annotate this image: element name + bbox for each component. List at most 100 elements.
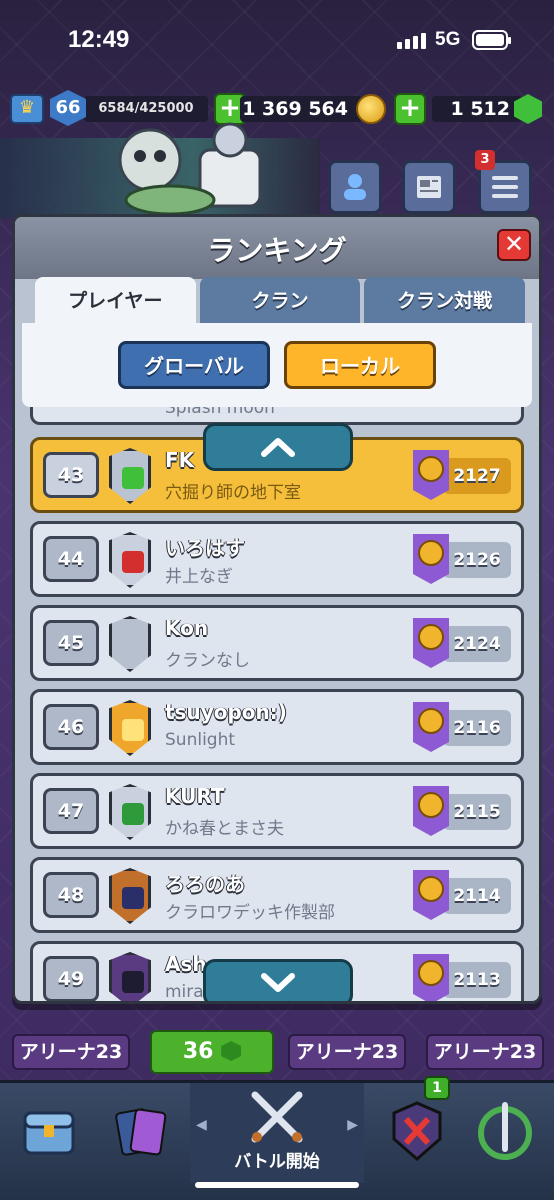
scroll-up-button[interactable] [203,423,353,471]
player-name[interactable]: Ash [165,952,207,976]
clan-notification-badge: 1 [424,1076,450,1100]
crown-icon[interactable]: ♛ [10,94,44,124]
arena-label-right: アリーナ23 [288,1034,406,1070]
news-button[interactable] [402,160,456,214]
crossed-swords-icon [251,1091,303,1143]
trophy-icon [413,786,449,836]
trophy-count: 2126 [443,542,511,578]
clan-badge-icon [109,616,151,672]
player-name[interactable]: FK [165,448,194,472]
arena-label-left: アリーナ23 [12,1034,130,1070]
rank-number: 47 [43,788,99,834]
filter-panel: グローバル ローカル [22,323,532,407]
rank-number: 46 [43,704,99,750]
arena-strip: アリーナ23 36 アリーナ23 アリーナ23 [0,1030,554,1074]
banner-character-art [118,122,262,216]
tab-players[interactable]: プレイヤー [35,277,196,327]
trophy-icon [413,954,449,1001]
friends-button[interactable] [328,160,382,214]
trophy-count: 2127 [443,458,511,494]
nav-cards[interactable] [96,1091,186,1171]
player-clan: クラロワデッキ作製部 [165,903,335,923]
clan-badge-icon [109,952,151,1001]
laurel-sword-icon [478,1102,532,1160]
nav-shop[interactable] [4,1091,94,1171]
trophy-count: 2124 [443,626,511,662]
chevron-down-icon [261,973,295,992]
battle-label: バトル開始 [234,1152,320,1172]
trophy-icon [413,618,449,668]
close-button[interactable]: ✕ [497,229,531,261]
global-filter-button[interactable]: グローバル [118,341,270,389]
cards-icon [115,1108,167,1156]
rank-number: 44 [43,536,99,582]
tab-clans[interactable]: クラン [199,277,361,327]
hamburger-icon [492,176,518,198]
scroll-down-button[interactable] [203,959,353,1001]
player-clan: かね春とまさ夫 [165,819,284,839]
rank-number: 43 [43,452,99,498]
tab-clan-wars[interactable]: クラン対戦 [364,277,526,327]
table-row[interactable]: 47 KURT かね春とまさ夫 2115 [30,773,524,849]
player-clan: Sunlight [165,730,236,750]
newspaper-icon [417,176,441,198]
trophy-count: 2113 [443,962,511,998]
arena-center-value[interactable]: 36 [150,1030,274,1074]
trophy-count: 2116 [443,710,511,746]
status-bar: 12:49 5G [0,0,554,84]
trophy-icon [413,702,449,752]
arena-label-far-right: アリーナ23 [426,1034,544,1070]
gold-amount: 1 369 564 [240,96,362,122]
clan-badge-icon [109,448,151,504]
player-name[interactable]: KURT [165,784,225,808]
home-indicator [195,1182,359,1188]
gem-icon [221,1041,242,1061]
trophy-count: 2115 [443,794,511,830]
player-clan: 井上なぎ [165,567,233,587]
add-gems-button[interactable]: + [394,93,426,125]
rank-number: 48 [43,872,99,918]
player-name[interactable]: いろはす [165,532,245,561]
clan-badge-icon [109,700,151,756]
table-row[interactable]: 48 ろろのあクラロワデッキ作製部 2114 [30,857,524,933]
chevron-up-icon [261,438,295,457]
trophy-icon [413,870,449,920]
xp-bar: 6584/425000 [84,96,208,122]
nav-events[interactable] [460,1091,550,1171]
arena-center-count: 36 [182,1039,214,1064]
signal-icon [397,33,426,49]
table-row[interactable]: 46 tsuyopon:) Sunlight 2116 [30,689,524,765]
ranking-tabs: プレイヤー クラン クラン対戦 [35,277,526,327]
player-name[interactable]: Kon [165,616,208,640]
friends-icon [344,174,366,200]
clan-shield-icon [392,1101,442,1161]
ranking-list[interactable]: Splash moon 43 FK 穴掘り師の地下室 2127 44 いろはす 井上なぎ 21… [30,385,524,1001]
clan-badge-icon [109,868,151,924]
status-time: 12:49 [68,26,130,53]
player-clan: 穴掘り師の地下室 [165,483,301,503]
chevron-right-icon[interactable]: ▶ [347,1117,358,1133]
level-badge[interactable]: 66 [50,90,86,126]
clan-badge-icon [109,784,151,840]
gold-coin-icon [356,94,386,124]
local-filter-button[interactable]: ローカル [284,341,436,389]
modal-title: ランキング [207,234,347,267]
ranking-modal: ランキング ✕ プレイヤー クラン クラン対戦 グローバル ローカル Splas… [12,214,542,1004]
table-row[interactable]: 45 Kon クランなし 2124 [30,605,524,681]
gem-amount: 1 512 [432,96,522,122]
rank-number: 45 [43,620,99,666]
player-name[interactable]: ろろのあ [165,868,245,897]
player-name[interactable]: tsuyopon:) [165,700,287,724]
chest-icon [23,1111,75,1155]
battery-icon [472,30,511,50]
table-row[interactable]: 44 いろはす井上なぎ 2126 [30,521,524,597]
clan-badge-icon [109,532,151,588]
trophy-icon [413,534,449,584]
menu-notification-badge: 3 [475,150,495,170]
network-label: 5G [435,29,461,50]
chevron-left-icon[interactable]: ◀ [196,1117,207,1133]
nav-battle[interactable]: ◀ ▶ バトル開始 [190,1083,364,1183]
player-clan: クランなし [165,651,250,671]
nav-clan[interactable] [372,1091,462,1171]
trophy-count: 2114 [443,878,511,914]
